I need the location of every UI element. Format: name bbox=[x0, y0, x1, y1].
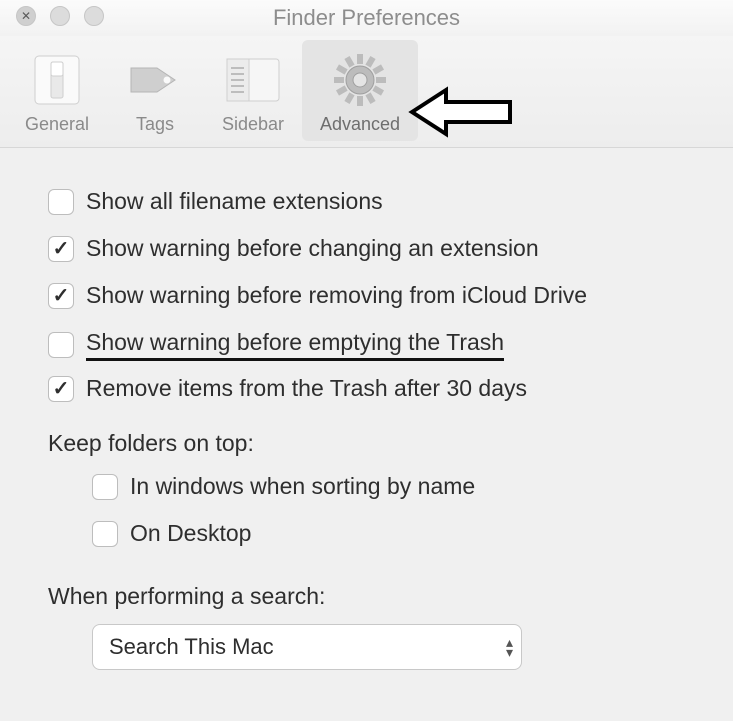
arrow-left-icon bbox=[406, 84, 516, 145]
search-heading: When performing a search: bbox=[48, 557, 693, 616]
tab-sidebar[interactable]: Sidebar bbox=[204, 40, 302, 141]
search-scope-select[interactable]: Search This Mac ▴▾ bbox=[92, 624, 522, 670]
tab-label: General bbox=[25, 114, 89, 135]
tab-tags[interactable]: Tags bbox=[106, 40, 204, 141]
option-warn-extension[interactable]: Show warning before changing an extensio… bbox=[48, 225, 693, 272]
sidebar-icon bbox=[223, 52, 283, 108]
checkbox[interactable] bbox=[48, 236, 74, 262]
checkbox[interactable] bbox=[48, 283, 74, 309]
tab-label: Sidebar bbox=[222, 114, 284, 135]
titlebar: Finder Preferences bbox=[0, 0, 733, 36]
option-folders-on-desktop[interactable]: On Desktop bbox=[48, 510, 693, 557]
checkbox[interactable] bbox=[92, 474, 118, 500]
tab-label: Advanced bbox=[320, 114, 400, 135]
tab-advanced[interactable]: Advanced bbox=[302, 40, 418, 141]
select-value: Search This Mac bbox=[109, 634, 274, 660]
option-label: Remove items from the Trash after 30 day… bbox=[86, 375, 527, 402]
preferences-pane-advanced: Show all filename extensions Show warnin… bbox=[0, 148, 733, 721]
checkbox[interactable] bbox=[48, 332, 74, 358]
option-label: On Desktop bbox=[130, 520, 251, 547]
folders-heading: Keep folders on top: bbox=[48, 412, 693, 463]
checkbox[interactable] bbox=[92, 521, 118, 547]
option-folders-in-windows[interactable]: In windows when sorting by name bbox=[48, 463, 693, 510]
checkbox[interactable] bbox=[48, 189, 74, 215]
window-controls bbox=[16, 6, 104, 26]
zoom-icon[interactable] bbox=[84, 6, 104, 26]
minimize-icon[interactable] bbox=[50, 6, 70, 26]
option-remove-30[interactable]: Remove items from the Trash after 30 day… bbox=[48, 365, 693, 412]
option-label: In windows when sorting by name bbox=[130, 473, 475, 500]
option-label: Show warning before changing an extensio… bbox=[86, 235, 539, 262]
option-label: Show warning before removing from iCloud… bbox=[86, 282, 587, 309]
close-icon[interactable] bbox=[16, 6, 36, 26]
window-title: Finder Preferences bbox=[0, 0, 733, 36]
tag-icon bbox=[125, 52, 185, 108]
checkbox[interactable] bbox=[48, 376, 74, 402]
option-label: Show warning before emptying the Trash bbox=[86, 329, 504, 361]
option-warn-icloud[interactable]: Show warning before removing from iCloud… bbox=[48, 272, 693, 319]
switch-icon bbox=[27, 52, 87, 108]
tab-label: Tags bbox=[136, 114, 174, 135]
option-warn-trash[interactable]: Show warning before emptying the Trash bbox=[48, 319, 693, 365]
option-show-extensions[interactable]: Show all filename extensions bbox=[48, 178, 693, 225]
option-label: Show all filename extensions bbox=[86, 188, 383, 215]
gear-icon bbox=[330, 52, 390, 108]
preferences-toolbar: General Tags Sidebar bbox=[0, 36, 733, 148]
chevron-up-down-icon: ▴▾ bbox=[506, 637, 513, 657]
tab-general[interactable]: General bbox=[8, 40, 106, 141]
